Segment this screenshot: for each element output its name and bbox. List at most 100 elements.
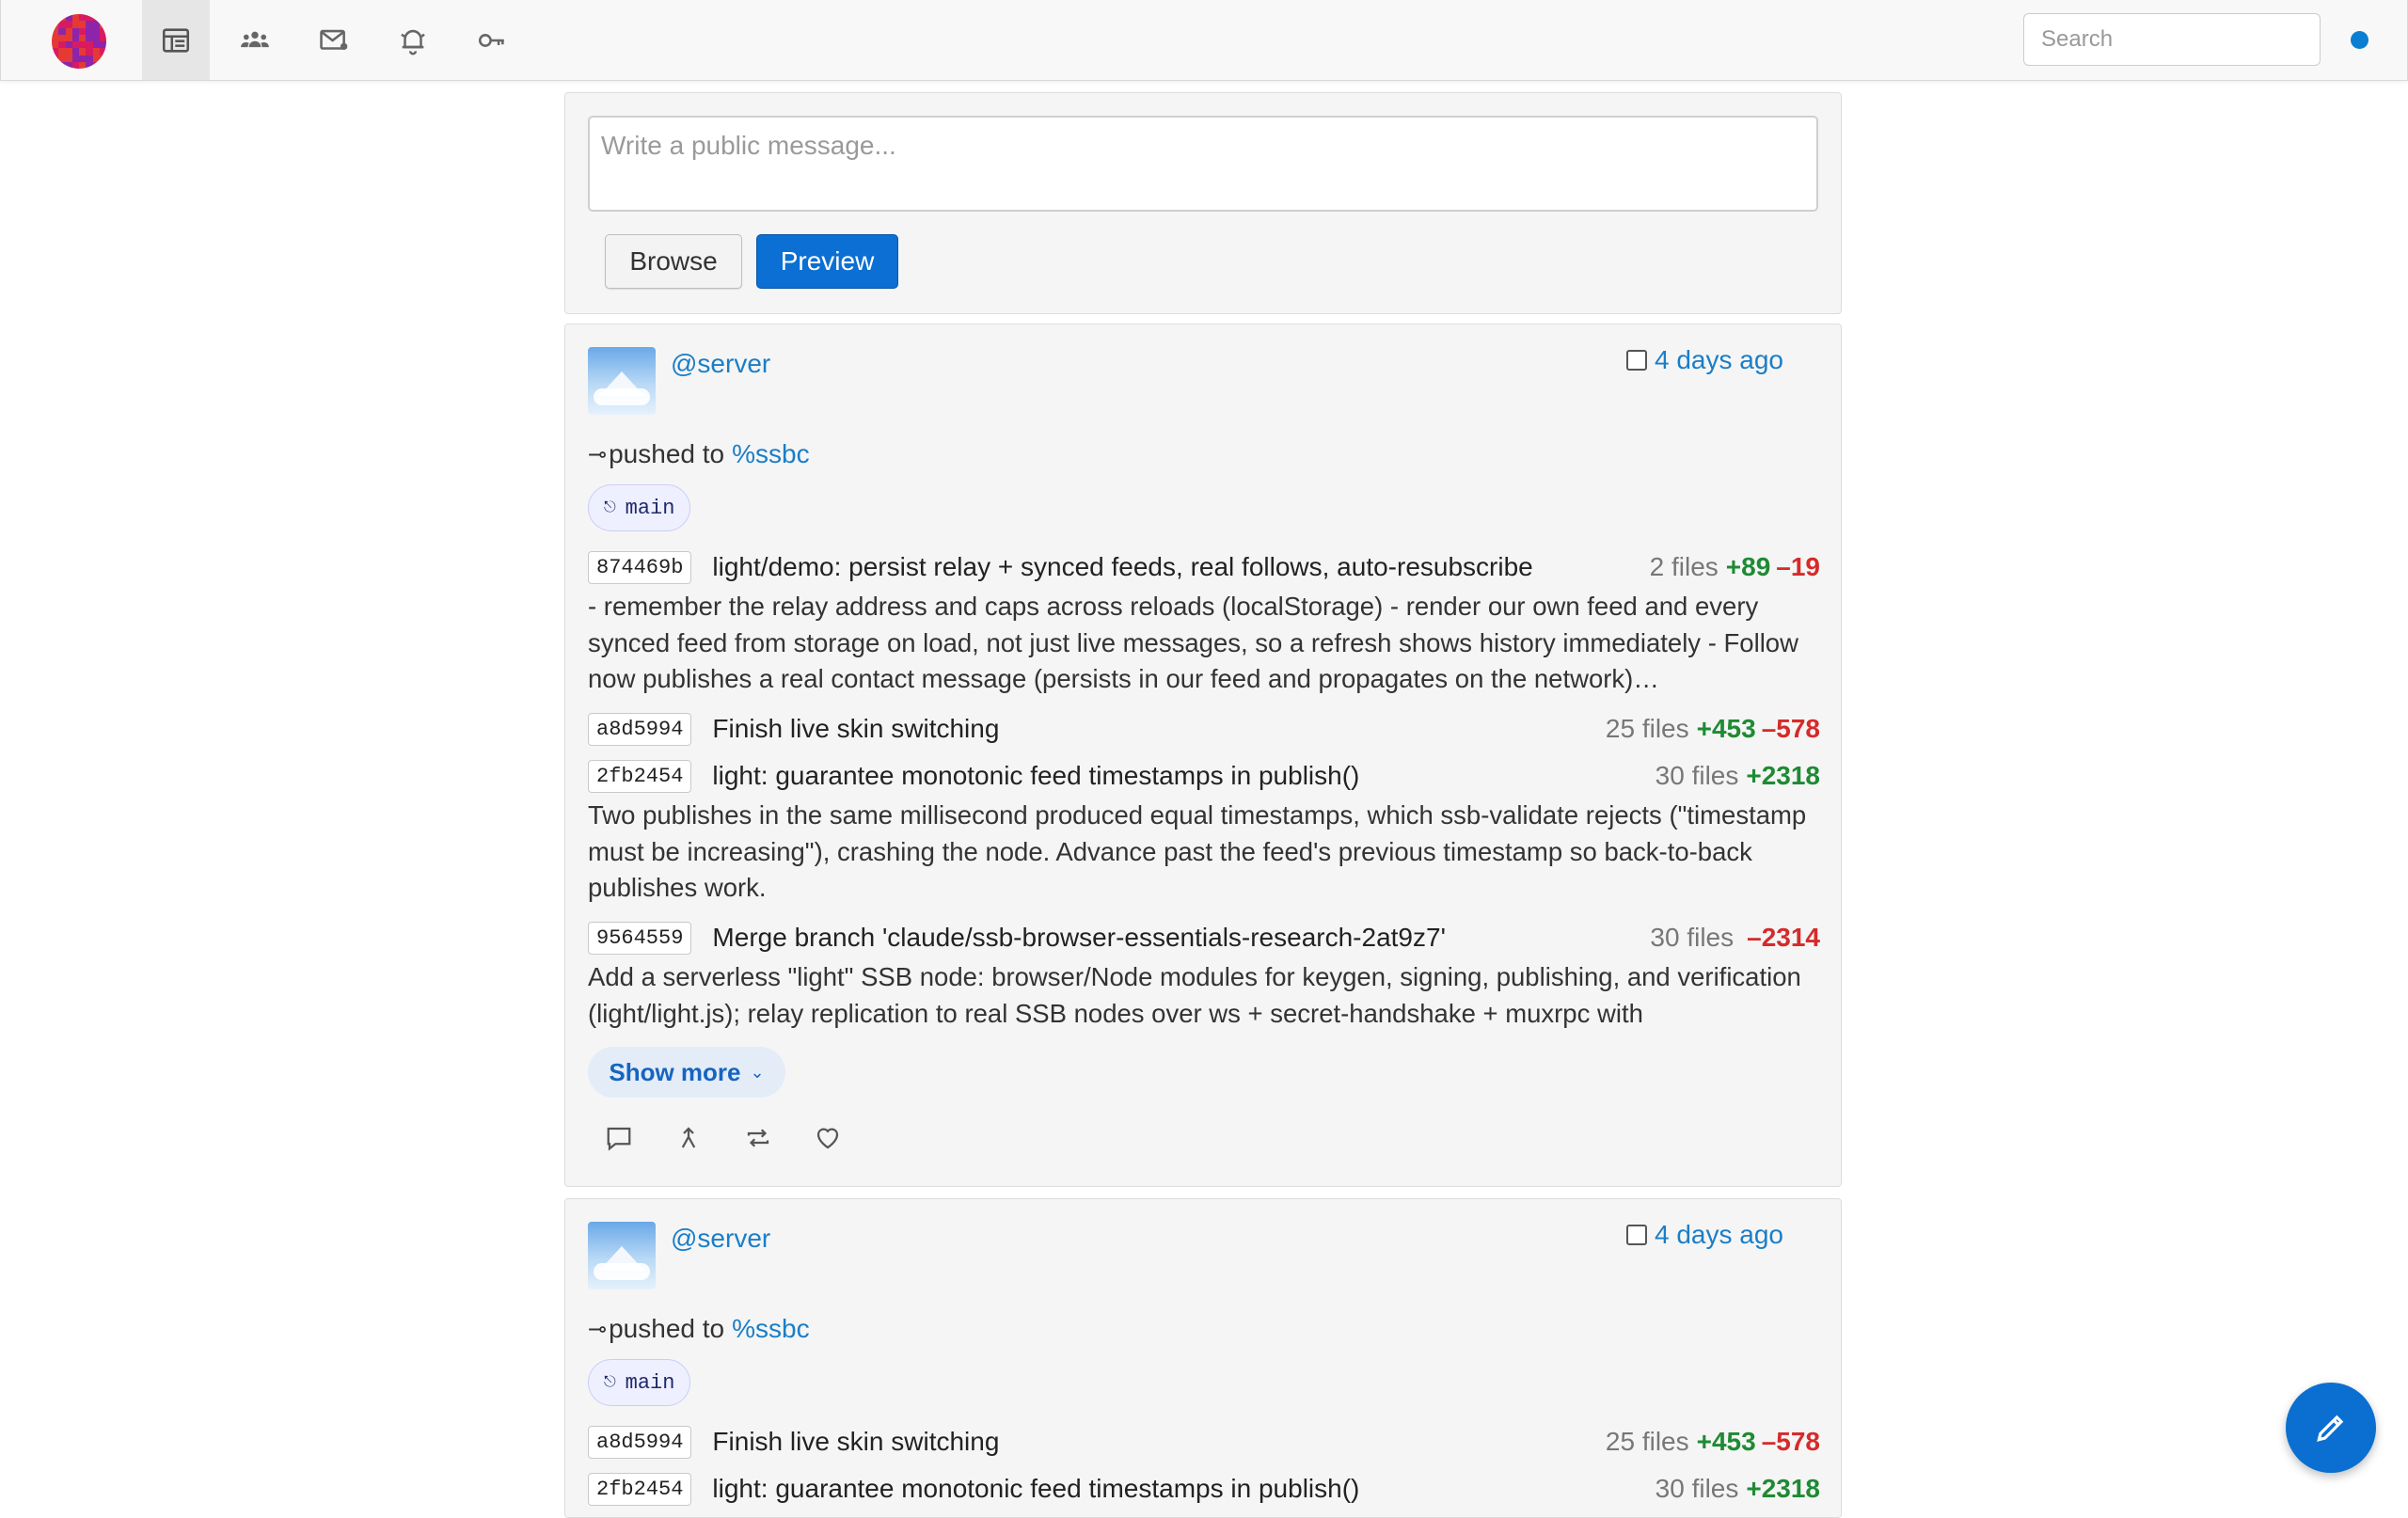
commit-stats: 30 files +2318 [1656,1474,1820,1504]
branch-icon: ⎋ [604,499,616,516]
commit-subject: light: guarantee monotonic feed timestam… [712,1474,1360,1503]
deletions: –578 [1761,714,1820,743]
nav-notifications[interactable] [379,0,447,80]
commit-icon: ⊸ [588,441,608,467]
feed-post: @server 4 days ago ⊸ pushed to %ssbc ⎋ m… [564,1198,1842,1518]
key-icon [478,33,504,47]
select-checkbox[interactable] [1626,1225,1647,1245]
additions: +453 [1696,1427,1756,1456]
commit-body: Add a serverless "light" SSB node: brows… [588,962,1801,1028]
timestamp-link[interactable]: 4 days ago [1655,1220,1783,1250]
commit-subject: Finish live skin switching [712,714,1000,743]
repo-link[interactable]: %ssbc [732,1314,809,1344]
message-composer: Browse Preview [564,92,1842,314]
show-more-label: Show more [609,1057,741,1086]
commit-row[interactable]: a8d5994 Finish live skin switching 25 fi… [588,710,1820,748]
commit-hash[interactable]: 2fb2454 [588,1472,692,1506]
commit-stats: 30 files –2314 [1650,923,1820,953]
nav-keys[interactable] [458,0,526,80]
people-icon [241,31,269,47]
show-more-button[interactable]: Show more ⌄ [588,1047,785,1098]
compose-fab-button[interactable] [2286,1383,2376,1473]
search-input[interactable] [2023,13,2321,66]
public-message-input[interactable] [588,116,1818,212]
deletions: –578 [1761,1427,1820,1456]
repost-button[interactable] [742,1122,774,1154]
commit-stats: 30 files +2318 [1656,761,1820,791]
commit-row[interactable]: 2fb2454 light: guarantee monotonic feed … [588,757,1820,795]
comment-icon [607,1127,631,1151]
commit-row[interactable]: 2fb2454 light: guarantee monotonic feed … [588,1470,1820,1508]
bell-icon [401,29,425,55]
push-summary: ⊸ pushed to %ssbc [588,1314,810,1344]
files-changed: 25 files [1605,714,1689,743]
branch-name: main [625,496,675,520]
branch-name: main [625,1370,675,1395]
additions: +2318 [1746,1474,1820,1503]
preview-button[interactable]: Preview [756,234,898,289]
pushed-label: pushed to [609,439,725,468]
commit-hash[interactable]: 2fb2454 [588,759,692,793]
commit-stats: 25 files +453 –578 [1606,714,1820,744]
additions: +89 [1725,552,1771,581]
commit-row[interactable]: 874469b light/demo: persist relay + sync… [588,548,1820,586]
pencil-icon [2317,1415,2344,1442]
nav-feed[interactable] [142,0,210,80]
branch-icon: ⎋ [604,1374,616,1391]
avatar[interactable] [588,347,656,415]
commit-body: - remember the relay address and caps ac… [588,592,1798,693]
files-changed: 30 files [1655,1474,1739,1503]
push-summary: ⊸ pushed to %ssbc [588,439,810,469]
repost-icon [747,1129,769,1147]
commit-hash[interactable]: a8d5994 [588,1425,692,1459]
post-actions [603,1122,844,1154]
commit-subject: light: guarantee monotonic feed timestam… [712,761,1360,790]
top-navbar [0,0,2408,81]
files-changed: 30 files [1650,923,1735,952]
commit-body: Two publishes in the same millisecond pr… [588,800,1807,902]
commit-subject: Finish live skin switching [712,1427,1000,1456]
files-changed: 2 files [1649,552,1719,581]
commit-row[interactable]: 9564559 Merge branch 'claude/ssb-browser… [588,919,1820,957]
pushed-label: pushed to [609,1314,725,1343]
additions: +2318 [1746,761,1820,790]
avatar[interactable] [588,1222,656,1289]
files-changed: 25 files [1605,1427,1689,1456]
timestamp-group: 4 days ago [1626,1220,1783,1250]
timestamp-link[interactable]: 4 days ago [1655,345,1783,375]
browse-button[interactable]: Browse [605,234,742,289]
fork-button[interactable] [673,1122,705,1154]
commit-row[interactable]: a8d5994 Finish live skin switching 25 fi… [588,1423,1820,1461]
files-changed: 30 files [1655,761,1739,790]
commit-stats: 2 files +89 –19 [1650,552,1820,582]
additions: +453 [1696,714,1756,743]
feed-icon [162,27,190,53]
connection-status-dot[interactable] [2351,31,2368,49]
commit-hash[interactable]: a8d5994 [588,712,692,746]
commit-subject: light/demo: persist relay + synced feeds… [712,552,1533,581]
chevron-down-icon: ⌄ [750,1062,765,1082]
commit-stats: 25 files +453 –578 [1606,1427,1820,1457]
timestamp-group: 4 days ago [1626,345,1783,375]
select-checkbox[interactable] [1626,350,1647,371]
author-link[interactable]: @server [671,1224,770,1254]
deletions: –19 [1776,552,1820,581]
author-link[interactable]: @server [671,349,770,379]
heart-icon [816,1128,839,1149]
commit-icon: ⊸ [588,1316,608,1342]
feed-post: @server 4 days ago ⊸ pushed to %ssbc ⎋ m… [564,324,1842,1187]
commit-hash[interactable]: 9564559 [588,921,692,955]
repo-link[interactable]: %ssbc [732,439,809,469]
reply-button[interactable] [603,1122,635,1154]
app-logo[interactable] [52,14,106,69]
fork-icon [681,1127,696,1148]
branch-badge[interactable]: ⎋ main [588,484,691,531]
nav-messages[interactable] [300,0,368,80]
mail-icon [320,29,348,50]
like-button[interactable] [812,1122,844,1154]
commit-subject: Merge branch 'claude/ssb-browser-essenti… [712,923,1446,952]
branch-badge[interactable]: ⎋ main [588,1359,691,1406]
commit-hash[interactable]: 874469b [588,550,692,584]
nav-people[interactable] [221,0,289,80]
deletions: –2314 [1747,923,1820,952]
